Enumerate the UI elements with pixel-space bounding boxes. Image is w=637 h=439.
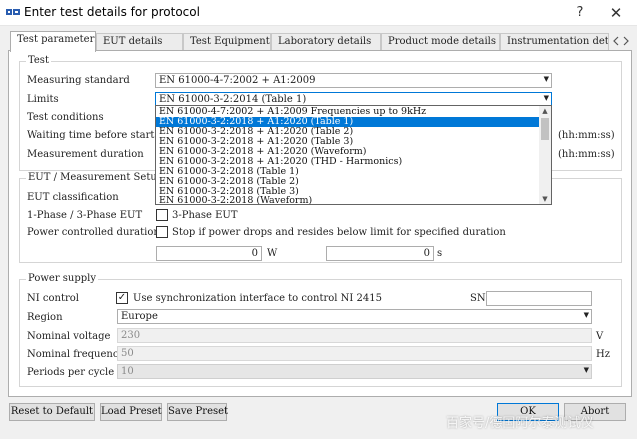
test-conditions-label: Test conditions: [27, 112, 104, 123]
save-preset-button[interactable]: Save Preset: [167, 403, 228, 421]
nominal-voltage-label: Nominal voltage: [27, 331, 111, 342]
tab-laboratory-details[interactable]: Laboratory details: [271, 33, 381, 51]
tab-bar: Test parameters EUT details Test Equipme…: [8, 31, 632, 52]
nominal-voltage-unit: V: [596, 331, 604, 342]
ni-control-label: NI control: [27, 293, 79, 304]
dropdown-scrollbar[interactable]: ▲ ▼: [539, 106, 551, 204]
chevron-down-icon: ▼: [543, 75, 549, 83]
scroll-up-icon[interactable]: ▲: [539, 106, 551, 116]
measurement-duration-unit: (hh:mm:ss): [558, 149, 615, 160]
limits-dropdown-list[interactable]: EN 61000-4-7:2002 + A1:2009 Frequencies …: [155, 105, 552, 205]
stop-power-drop-label: Stop if power drops and resides below li…: [172, 227, 506, 238]
chevron-down-icon: ▼: [583, 311, 589, 319]
help-button[interactable]: ?: [566, 3, 594, 23]
tab-test-parameters[interactable]: Test parameters: [10, 31, 96, 52]
limits-value: EN 61000-3-2:2014 (Table 1): [159, 94, 307, 105]
stop-power-drop-checkbox[interactable]: [156, 226, 168, 238]
nominal-frequency-unit: Hz: [596, 349, 610, 360]
duration-input[interactable]: 0: [326, 246, 434, 261]
eut-group-title: EUT / Measurement Setup: [26, 172, 166, 183]
duration-unit: s: [437, 248, 443, 259]
chevron-down-icon: ▼: [583, 366, 589, 374]
region-select[interactable]: Europe ▼: [117, 309, 592, 324]
periods-per-cycle-label: Periods per cycle: [27, 367, 115, 378]
tab-eut-details[interactable]: EUT details: [96, 33, 183, 51]
tab-scroll-left-icon[interactable]: [611, 34, 621, 48]
waiting-time-unit: (hh:mm:ss): [558, 130, 615, 141]
limits-label: Limits: [27, 94, 59, 105]
periods-per-cycle-value: 10: [121, 366, 134, 377]
test-group-title: Test: [26, 55, 51, 66]
tab-scroll-right-icon[interactable]: [621, 34, 631, 48]
power-threshold-input[interactable]: 0: [156, 246, 262, 261]
scrollbar-thumb[interactable]: [541, 118, 549, 140]
measuring-standard-value: EN 61000-4-7:2002 + A1:2009: [159, 75, 316, 86]
nominal-frequency-input[interactable]: 50: [117, 346, 592, 361]
three-phase-checkbox-label: 3-Phase EUT: [172, 210, 238, 221]
load-preset-button[interactable]: Load Preset: [100, 403, 162, 421]
periods-per-cycle-select[interactable]: 10 ▼: [117, 364, 592, 379]
measuring-standard-select[interactable]: EN 61000-4-7:2002 + A1:2009 ▼: [155, 73, 552, 88]
eut-classification-label: EUT classification: [27, 192, 119, 203]
region-value: Europe: [121, 311, 158, 322]
close-button[interactable]: ✕: [602, 3, 630, 23]
waiting-time-label: Waiting time before start: [27, 130, 155, 141]
app-logo-icon: [6, 9, 20, 15]
nominal-frequency-label: Nominal frequency: [27, 349, 125, 360]
ni-sync-checkbox[interactable]: ✓: [116, 292, 128, 304]
tab-test-equipment[interactable]: Test Equipment: [183, 33, 271, 51]
power-unit: W: [267, 248, 278, 259]
window-title: Enter test details for protocol: [24, 5, 200, 19]
tab-instrumentation-details[interactable]: Instrumentation det: [500, 33, 609, 51]
sn-label: SN: [470, 293, 486, 304]
scroll-down-icon[interactable]: ▼: [539, 194, 551, 204]
limits-option[interactable]: EN 61000-3-2:2018 (Waveform): [156, 196, 539, 205]
power-controlled-label: Power controlled duration: [27, 227, 160, 238]
measuring-standard-label: Measuring standard: [27, 75, 130, 86]
sn-input[interactable]: [486, 291, 592, 306]
phase-label: 1-Phase / 3-Phase EUT: [27, 210, 143, 221]
title-bar: Enter test details for protocol ? ✕: [0, 0, 637, 26]
chevron-down-icon: ▼: [543, 94, 549, 102]
watermark-text: 百家号/德国阿尔泰测试仪: [446, 416, 594, 431]
region-label: Region: [27, 312, 63, 323]
three-phase-checkbox[interactable]: [156, 209, 168, 221]
measurement-duration-label: Measurement duration: [27, 149, 144, 160]
power-supply-group-title: Power supply: [26, 273, 99, 284]
ni-sync-checkbox-label: Use synchronization interface to control…: [133, 293, 382, 304]
nominal-voltage-input[interactable]: 230: [117, 328, 592, 343]
tab-product-mode-details[interactable]: Product mode details: [381, 33, 500, 51]
reset-to-default-button[interactable]: Reset to Default: [9, 403, 95, 421]
